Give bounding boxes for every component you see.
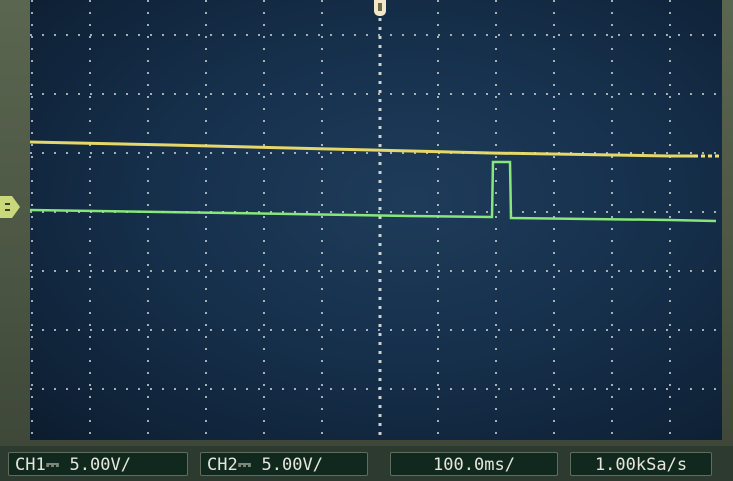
timebase-value: 100.0ms/ xyxy=(433,455,515,475)
ch1-trace xyxy=(30,140,694,158)
ch2-label: CH2⎓ xyxy=(207,455,252,475)
ch1-scale: 5.00V/ xyxy=(69,455,131,475)
ch2-scale: 5.00V/ xyxy=(261,455,323,475)
status-bar: CH1⎓ 5.00V/ CH2⎓ 5.00V/ 100.0ms/ 1.00kSa… xyxy=(0,446,733,481)
oscilloscope-display xyxy=(30,0,722,440)
ch2-trace xyxy=(30,160,717,223)
channel-ground-icon[interactable] xyxy=(0,196,20,218)
ch2-scale-readout[interactable]: CH2⎓ 5.00V/ xyxy=(200,452,368,476)
sample-rate-readout: 1.00kSa/s xyxy=(570,452,712,476)
ch1-scale-readout[interactable]: CH1⎓ 5.00V/ xyxy=(8,452,188,476)
timebase-readout[interactable]: 100.0ms/ xyxy=(390,452,558,476)
ch1-label: CH1⎓ xyxy=(15,455,60,475)
sample-rate-value: 1.00kSa/s xyxy=(594,455,688,475)
trigger-position-icon[interactable] xyxy=(374,0,386,16)
waveform-plot xyxy=(30,0,722,440)
